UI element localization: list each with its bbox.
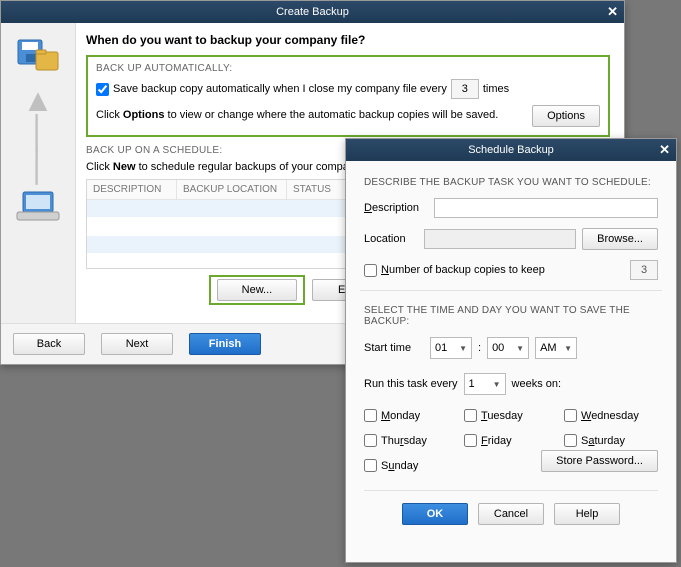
saturday-checkbox[interactable]: [564, 434, 577, 447]
start-time-row: Start time 01▼ : 00▼ AM▼: [364, 337, 658, 359]
new-button-highlight: New...: [209, 275, 305, 305]
location-input[interactable]: [424, 229, 576, 249]
next-button[interactable]: Next: [101, 333, 173, 355]
chevron-down-icon: ▼: [564, 344, 572, 353]
day-sunday[interactable]: Sunday: [364, 459, 458, 472]
auto-backup-heading: BACK UP AUTOMATICALLY:: [96, 63, 236, 74]
chevron-down-icon: ▼: [493, 380, 501, 389]
location-field: Location Browse...: [364, 228, 658, 250]
wednesday-checkbox[interactable]: [564, 409, 577, 422]
monday-checkbox[interactable]: [364, 409, 377, 422]
close-icon[interactable]: ✕: [659, 139, 670, 161]
schedule-backup-footer: OK Cancel Help: [364, 490, 658, 525]
run-every-pre: Run this task every: [364, 378, 458, 390]
schedule-heading: BACK UP ON A SCHEDULE:: [86, 145, 226, 156]
day-tuesday[interactable]: Tuesday: [464, 409, 558, 422]
chevron-down-icon: ▼: [459, 344, 467, 353]
describe-heading: DESCRIBE THE BACKUP TASK YOU WANT TO SCH…: [364, 177, 658, 188]
laptop-icon: [13, 190, 63, 226]
time-heading: SELECT THE TIME AND DAY YOU WANT TO SAVE…: [364, 305, 658, 327]
description-input[interactable]: [434, 198, 658, 218]
thursday-checkbox[interactable]: [364, 434, 377, 447]
col-location: BACKUP LOCATION: [177, 180, 287, 199]
create-backup-title: Create Backup: [276, 6, 349, 18]
auto-backup-checkbox[interactable]: [96, 83, 109, 96]
copies-field: Number of backup copies to keep: [364, 260, 658, 280]
run-every-post: weeks on:: [512, 378, 562, 390]
copies-label: Number of backup copies to keep: [381, 264, 630, 276]
separator: [360, 290, 662, 291]
auto-backup-row: Save backup copy automatically when I cl…: [96, 79, 600, 99]
friday-checkbox[interactable]: [464, 434, 477, 447]
disk-folder-icon: [16, 38, 60, 74]
store-password-button[interactable]: Store Password...: [541, 450, 658, 472]
auto-backup-label-post: times: [483, 83, 509, 95]
col-description: DESCRIPTION: [87, 180, 177, 199]
options-button[interactable]: Options: [532, 105, 600, 127]
new-button[interactable]: New...: [217, 279, 297, 301]
create-backup-titlebar: Create Backup ✕: [1, 1, 624, 23]
sunday-checkbox[interactable]: [364, 459, 377, 472]
day-monday[interactable]: Monday: [364, 409, 458, 422]
cancel-button[interactable]: Cancel: [478, 503, 544, 525]
day-wednesday[interactable]: Wednesday: [564, 409, 658, 422]
schedule-backup-title: Schedule Backup: [468, 144, 554, 156]
auto-backup-times-input[interactable]: [451, 79, 479, 99]
day-friday[interactable]: Friday: [464, 434, 558, 447]
wizard-sidebar: ▲││: [1, 23, 76, 323]
back-button[interactable]: Back: [13, 333, 85, 355]
backup-question: When do you want to backup your company …: [86, 33, 610, 47]
auto-backup-label-pre: Save backup copy automatically when I cl…: [113, 83, 447, 95]
start-time-label: Start time: [364, 342, 424, 354]
tuesday-checkbox[interactable]: [464, 409, 477, 422]
auto-backup-group: BACK UP AUTOMATICALLY: Save backup copy …: [86, 55, 610, 137]
description-field: Description: [364, 198, 658, 218]
finish-button[interactable]: Finish: [189, 333, 261, 355]
minute-select[interactable]: 00▼: [487, 337, 529, 359]
chevron-down-icon: ▼: [516, 344, 524, 353]
day-saturday[interactable]: Saturday: [564, 434, 658, 447]
schedule-backup-titlebar: Schedule Backup ✕: [346, 139, 676, 161]
schedule-backup-window: Schedule Backup ✕ DESCRIBE THE BACKUP TA…: [345, 138, 677, 563]
help-button[interactable]: Help: [554, 503, 620, 525]
close-icon[interactable]: ✕: [607, 1, 618, 23]
browse-button[interactable]: Browse...: [582, 228, 658, 250]
ampm-select[interactable]: AM▼: [535, 337, 577, 359]
weeks-select[interactable]: 1▼: [464, 373, 506, 395]
run-every-row: Run this task every 1▼ weeks on:: [364, 373, 658, 395]
auto-options-row: Click Options to view or change where th…: [96, 105, 600, 127]
copies-checkbox[interactable]: [364, 264, 377, 277]
arrow-up-icon: ▲││: [1, 84, 75, 180]
auto-options-text: Click Options to view or change where th…: [96, 108, 532, 123]
description-label: Description: [364, 202, 434, 214]
schedule-backup-body: DESCRIBE THE BACKUP TASK YOU WANT TO SCH…: [346, 161, 676, 535]
location-label: Location: [364, 233, 424, 245]
ok-button[interactable]: OK: [402, 503, 468, 525]
copies-input: [630, 260, 658, 280]
day-thursday[interactable]: Thursday: [364, 434, 458, 447]
hour-select[interactable]: 01▼: [430, 337, 472, 359]
